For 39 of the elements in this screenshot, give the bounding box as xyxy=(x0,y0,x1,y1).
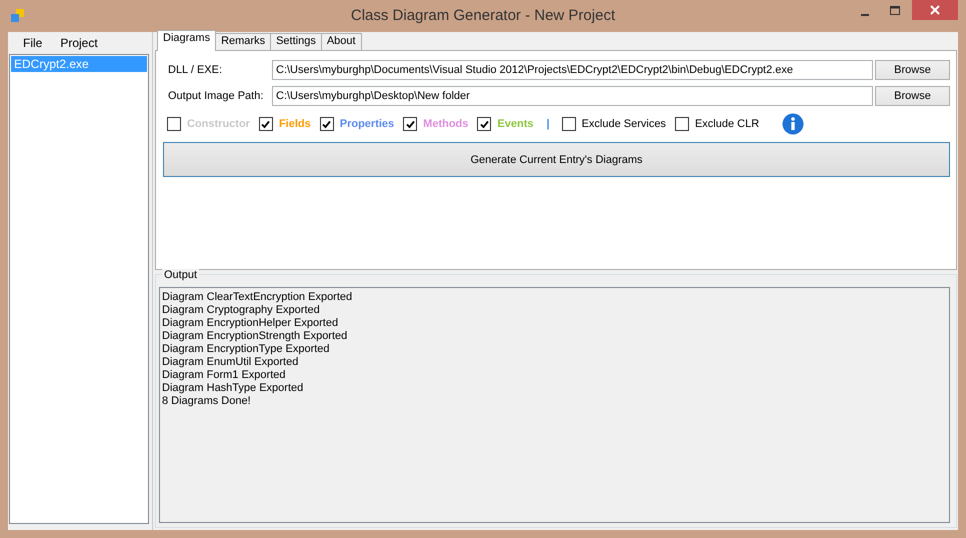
log-line: Diagram EncryptionType Exported xyxy=(162,343,331,356)
field-label: DLL / EXE: xyxy=(167,64,224,76)
option-label: Exclude Services xyxy=(582,118,666,130)
log-line: Diagram Form1 Exported xyxy=(162,369,286,382)
tab[interactable]: Diagrams xyxy=(157,30,216,51)
field-label: Output Image Path: xyxy=(167,90,264,102)
option-label: Fields xyxy=(278,118,311,130)
close-icon[interactable] xyxy=(912,0,958,20)
path-field[interactable]: C:\Users\myburghp\Desktop\New folder xyxy=(272,86,873,106)
option-label: Exclude CLR xyxy=(694,118,760,130)
log-line: Diagram EncryptionHelper Exported xyxy=(162,317,340,330)
checkbox[interactable] xyxy=(562,117,576,131)
path-field[interactable]: C:\Users\myburghp\Documents\Visual Studio 2012\Projects\EDCrypt2\EDCrypt2\bin\Debug\EDCrypt2.exe xyxy=(272,60,873,80)
checkbox[interactable] xyxy=(167,117,181,131)
checkbox[interactable] xyxy=(477,117,492,131)
browse-button[interactable]: Browse xyxy=(875,60,950,80)
option-label: Methods xyxy=(423,118,468,130)
menu-item[interactable]: Project xyxy=(53,34,105,52)
log-line: Diagram EncryptionStrength Exported xyxy=(162,330,348,343)
tab[interactable]: About xyxy=(320,33,362,51)
log-line: 8 Diagrams Done! xyxy=(162,395,252,408)
option-label: Properties xyxy=(340,118,394,130)
info-icon[interactable] xyxy=(782,113,804,135)
menu-item[interactable]: File xyxy=(16,34,50,52)
generate-button[interactable]: Generate Current Entry's Diagrams xyxy=(163,142,950,177)
checkbox[interactable] xyxy=(320,117,334,131)
browse-button[interactable]: Browse xyxy=(875,86,950,106)
log-line: Diagram EnumUtil Exported xyxy=(162,356,300,369)
separator-glyph: | xyxy=(546,118,550,130)
log-line: Diagram Cryptography Exported xyxy=(162,304,321,317)
checkbox[interactable] xyxy=(674,117,689,131)
app-icon xyxy=(10,8,26,24)
log-line: Diagram HashType Exported xyxy=(162,382,304,395)
option-label: Events xyxy=(497,118,534,130)
window-title: Class Diagram Generator - New Project xyxy=(350,7,616,24)
group-title: Output xyxy=(162,269,200,281)
log-line: Diagram ClearTextEncryption Exported xyxy=(162,291,354,304)
checkbox[interactable] xyxy=(258,117,273,131)
checkbox[interactable] xyxy=(403,117,418,131)
